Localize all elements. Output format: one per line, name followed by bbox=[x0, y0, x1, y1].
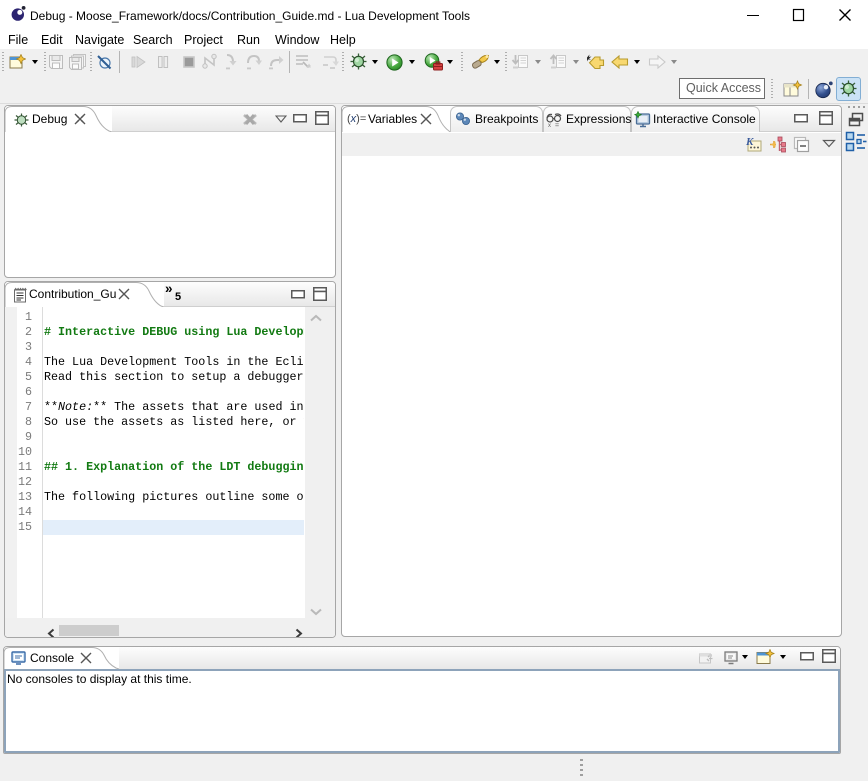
svg-text:K: K bbox=[745, 136, 754, 148]
svg-text:=: = bbox=[555, 123, 559, 129]
svg-text:x: x bbox=[548, 123, 551, 128]
